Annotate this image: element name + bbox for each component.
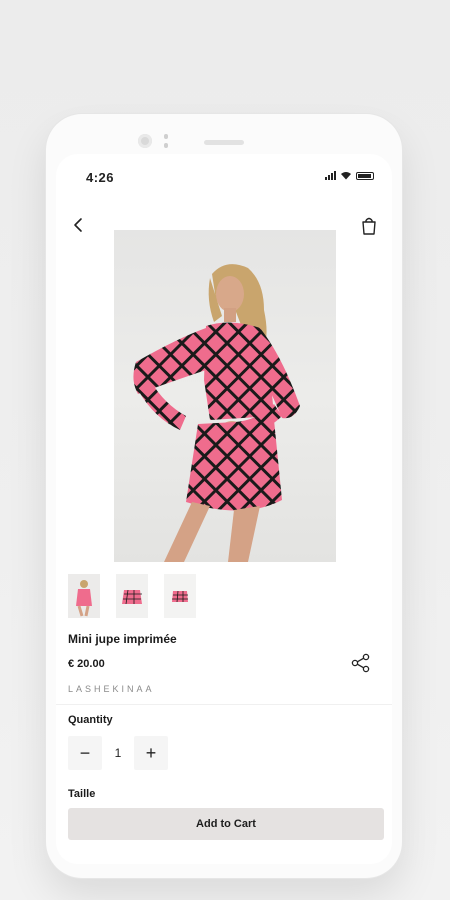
brand-name[interactable]: LASHEKINAA [68,684,155,694]
add-to-cart-button[interactable]: Add to Cart [68,808,384,840]
thumbnail-strip [68,574,196,618]
earpiece-speaker [204,140,244,145]
quantity-label: Quantity [68,714,113,726]
proximity-sensor [164,134,168,148]
thumbnail-model-image [68,574,100,618]
thumbnail-1[interactable] [68,574,100,618]
section-divider [56,704,392,705]
app-screen: 4:26 Mini jupe imprimée € 20.00 LASHEKIN… [56,154,392,864]
thumbnail-skirt-back-image [164,574,196,618]
signal-icon [325,171,336,180]
increase-quantity-button[interactable]: + [134,736,168,770]
product-title: Mini jupe imprimée [68,632,177,646]
status-bar: 4:26 [56,154,392,190]
product-photo-illustration [133,264,300,562]
thumbnail-3[interactable] [164,574,196,618]
system-icons [325,171,374,180]
product-price: € 20.00 [68,658,105,670]
shopping-bag-icon[interactable] [360,216,378,236]
product-image[interactable] [114,230,336,562]
bottom-action-bar: Add to Cart [56,798,392,864]
decrease-quantity-button[interactable]: − [68,736,102,770]
quantity-value: 1 [114,746,122,760]
wifi-icon [341,172,351,180]
thumbnail-2[interactable] [116,574,148,618]
battery-icon [356,171,374,180]
thumbnail-skirt-image [116,574,148,618]
front-camera [138,134,152,148]
phone-frame: 4:26 Mini jupe imprimée € 20.00 LASHEKIN… [46,114,402,878]
quantity-stepper: − 1 + [68,736,168,770]
share-icon[interactable] [350,652,372,674]
chevron-left-icon[interactable] [70,216,88,234]
status-time: 4:26 [86,170,115,185]
